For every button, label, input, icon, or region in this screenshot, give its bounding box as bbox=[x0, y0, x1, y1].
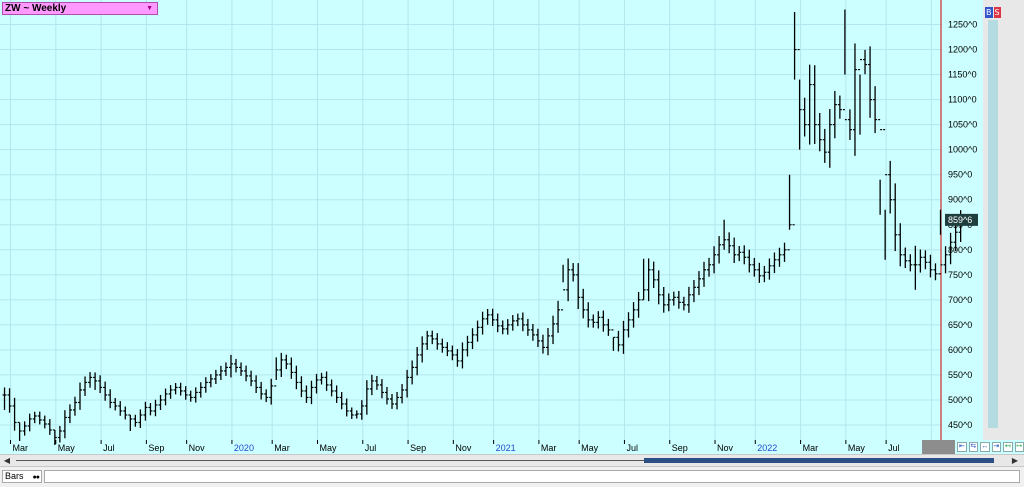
x-tick-label: Mar bbox=[803, 443, 819, 453]
y-tick-label: 1200^0 bbox=[948, 45, 977, 55]
right-strip bbox=[988, 20, 998, 428]
x-tick-label: Mar bbox=[274, 443, 290, 453]
triangle-down-icon[interactable]: ▼ bbox=[146, 3, 153, 14]
x-tick-label: Jul bbox=[365, 443, 377, 453]
x-tick-label: 2021 bbox=[496, 443, 516, 453]
y-tick-label: 950^0 bbox=[948, 170, 972, 180]
price-chart[interactable]: 450^0 500^0 550^0 600^0 650^0 700^0 750^0 800^0… bbox=[0, 0, 983, 454]
y-tick-label: 800^0 bbox=[948, 245, 972, 255]
y-tick-label: 550^0 bbox=[948, 370, 972, 380]
y-tick-label: 650^0 bbox=[948, 320, 972, 330]
x-tick-label: 2020 bbox=[234, 443, 254, 453]
x-tick-label: Jul bbox=[103, 443, 115, 453]
binoculars-icon: ●● bbox=[32, 474, 41, 481]
zoom-in-icon[interactable]: ⇆ bbox=[968, 442, 978, 452]
x-tick-label: May bbox=[58, 443, 76, 453]
x-tick-label: Nov bbox=[717, 443, 734, 453]
zoom-out-icon[interactable]: ⇤ bbox=[957, 442, 967, 452]
x-tick-label: Nov bbox=[189, 443, 206, 453]
y-tick-label: 1250^0 bbox=[948, 20, 977, 30]
chart-type-label: Bars bbox=[5, 471, 24, 481]
x-tick-label: 2022 bbox=[757, 443, 777, 453]
x-tick-label: Sep bbox=[672, 443, 688, 453]
x-tick-label: May bbox=[848, 443, 866, 453]
status-bar: Bars ●● bbox=[0, 467, 1024, 487]
y-tick-label: 450^0 bbox=[948, 420, 972, 430]
y-tick-label: 1150^0 bbox=[948, 70, 977, 80]
scroll-left-arrow-icon[interactable]: ◀ bbox=[0, 455, 14, 466]
x-tick-label: Sep bbox=[148, 443, 164, 453]
sell-badge[interactable]: S bbox=[993, 7, 1001, 18]
chart-window: B S 450^0 500^0 550^0 600^0 650^0 700^0 750^0 8… bbox=[0, 0, 1024, 487]
y-tick-label: 750^0 bbox=[948, 270, 972, 280]
scroll-thumb[interactable] bbox=[644, 458, 994, 463]
scroll-right-icon[interactable]: ⇥ bbox=[991, 442, 1001, 452]
y-tick-label: 1000^0 bbox=[948, 145, 977, 155]
x-tick-label: May bbox=[319, 443, 337, 453]
x-tick-label: Sep bbox=[410, 443, 426, 453]
y-tick-label: 600^0 bbox=[948, 345, 972, 355]
time-axis-corner bbox=[922, 440, 955, 454]
x-tick-label: Jul bbox=[626, 443, 638, 453]
chart-nav-buttons: ⇤ ⇆ ↔ ⇥ ↤ ↦ bbox=[955, 440, 1024, 454]
badge-group: B S bbox=[985, 7, 1001, 18]
symbol-title-box[interactable]: ZW ~ Weekly ▼ bbox=[2, 2, 158, 15]
y-tick-label: 1050^0 bbox=[948, 120, 977, 130]
last-price-label: 859^6 bbox=[948, 215, 972, 225]
x-tick-label: Nov bbox=[455, 443, 472, 453]
buy-badge[interactable]: B bbox=[985, 7, 993, 18]
x-tick-label: May bbox=[581, 443, 599, 453]
expand-icon[interactable]: ↤ bbox=[1003, 442, 1013, 452]
status-field bbox=[44, 470, 1020, 483]
y-tick-label: 700^0 bbox=[948, 295, 972, 305]
y-tick-label: 1100^0 bbox=[948, 95, 977, 105]
scroll-right-arrow-icon[interactable]: ▶ bbox=[1008, 455, 1022, 466]
symbol-title-label: ZW ~ Weekly bbox=[5, 3, 67, 14]
horizontal-scrollbar[interactable]: ◀ ▶ bbox=[0, 454, 1024, 467]
x-tick-label: Mar bbox=[541, 443, 557, 453]
fit-icon[interactable]: ↔ bbox=[980, 442, 990, 452]
x-tick-label: Jul bbox=[888, 443, 900, 453]
contract-icon[interactable]: ↦ bbox=[1014, 442, 1024, 452]
chart-type-selector[interactable]: Bars ●● bbox=[2, 470, 42, 483]
x-tick-label: Mar bbox=[13, 443, 29, 453]
y-tick-label: 500^0 bbox=[948, 395, 972, 405]
y-tick-label: 900^0 bbox=[948, 195, 972, 205]
